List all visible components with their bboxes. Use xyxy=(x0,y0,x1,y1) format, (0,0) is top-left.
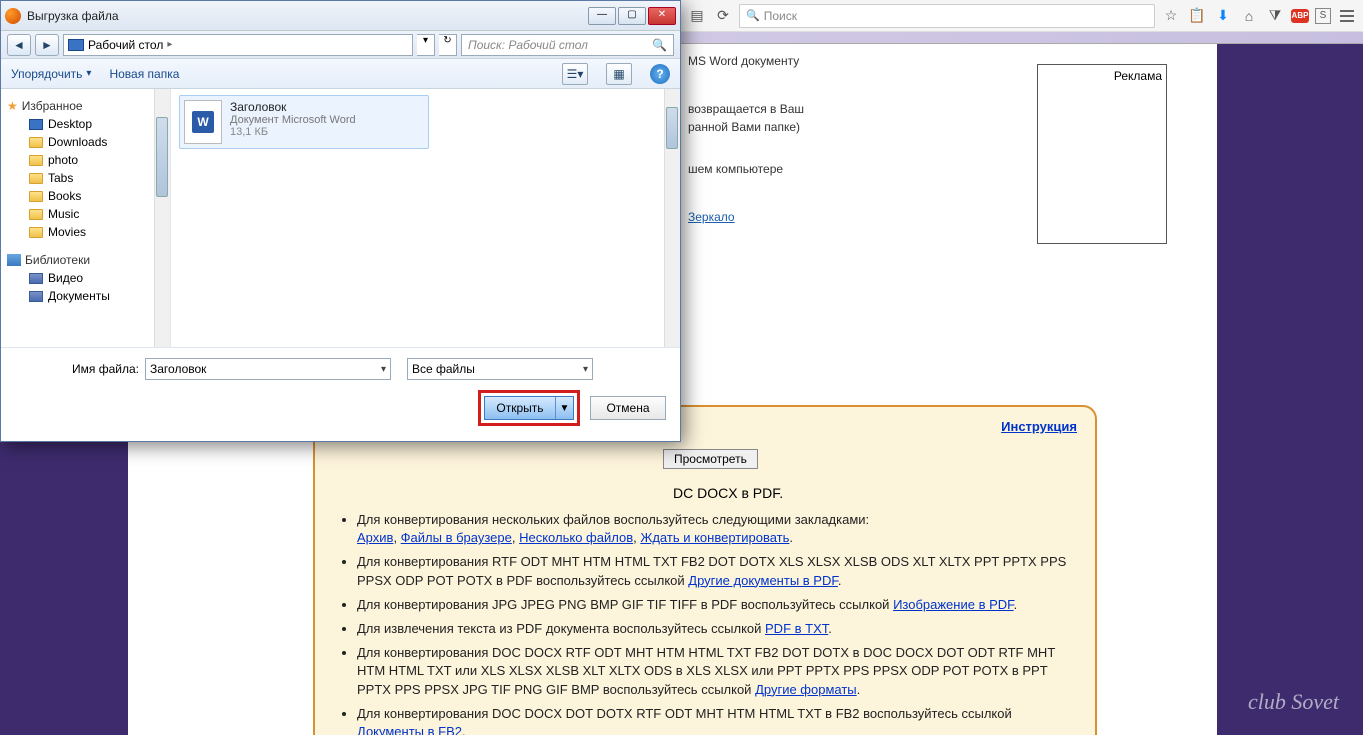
info-line: ранной Вами папке) xyxy=(688,118,1097,136)
open-split[interactable]: ▼ xyxy=(555,397,573,419)
maximize-button[interactable]: ▢ xyxy=(618,7,646,25)
file-dialog: Выгрузка файла — ▢ ✕ ◄ ► Рабочий стол ▸ … xyxy=(0,0,681,442)
firefox-icon xyxy=(5,8,21,24)
content-link[interactable]: Документы в FB2 xyxy=(357,724,462,735)
folder-icon xyxy=(29,191,43,202)
content-link[interactable]: Другие форматы xyxy=(755,682,857,697)
yellow-panel: Инструкция Просмотреть DC DOCX в PDF. Дл… xyxy=(313,405,1097,735)
reload-icon[interactable]: ⟳ xyxy=(713,6,733,26)
desktop-icon xyxy=(29,119,43,130)
preview-icon[interactable]: ▦ xyxy=(606,63,632,85)
content-link[interactable]: PDF в TXT xyxy=(765,621,828,636)
word-icon: W xyxy=(184,100,222,144)
sidebar-item[interactable]: Видео xyxy=(1,269,170,287)
sidebar-item[interactable]: Документы xyxy=(1,287,170,305)
browser-toolbar: ▤ ⟳ Поиск ☆ 📋 ⬇ ⌂ ⧩ ABP S xyxy=(681,0,1363,32)
view-icon[interactable]: ☰▾ xyxy=(562,63,588,85)
organize-menu[interactable]: Упорядочить xyxy=(11,67,91,81)
file-scrollbar[interactable] xyxy=(664,89,680,347)
close-button[interactable]: ✕ xyxy=(648,7,676,25)
folder-icon xyxy=(29,227,43,238)
info-line: шем компьютере xyxy=(688,160,1097,178)
folder-icon xyxy=(29,209,43,220)
list-item: Для конвертирования DOC DOCX RTF ODT MHT… xyxy=(357,644,1077,699)
folder-icon xyxy=(29,173,43,184)
content-link[interactable]: Другие документы в PDF xyxy=(688,573,838,588)
cancel-button[interactable]: Отмена xyxy=(590,396,666,420)
star-icon[interactable]: ☆ xyxy=(1161,6,1181,26)
refresh-button[interactable]: ↻ xyxy=(439,34,457,56)
libraries-head[interactable]: Библиотеки xyxy=(1,251,170,269)
mirror-link[interactable]: Зеркало xyxy=(688,210,735,224)
folder-icon xyxy=(29,155,43,166)
list-item: Для конвертирования JPG JPEG PNG BMP GIF… xyxy=(357,596,1077,614)
help-icon[interactable]: ? xyxy=(650,64,670,84)
reader-icon[interactable]: ▤ xyxy=(687,6,707,26)
content-link[interactable]: Ждать и конвертировать xyxy=(640,530,789,545)
search-input[interactable]: Поиск xyxy=(739,4,1155,28)
breadcrumb[interactable]: Рабочий стол ▸ xyxy=(63,34,413,56)
favorites-head[interactable]: ★Избранное xyxy=(1,97,170,115)
sidebar-item[interactable]: Music xyxy=(1,205,170,223)
bullet-list: Для конвертирования нескольких файлов во… xyxy=(333,511,1077,735)
list-item: Для конвертирования нескольких файлов во… xyxy=(357,511,1077,547)
dialog-toolbar: Упорядочить Новая папка ☰▾ ▦ ? xyxy=(1,59,680,89)
info-line: возвращается в Ваш xyxy=(688,100,1097,118)
folder-icon xyxy=(29,137,43,148)
library-icon xyxy=(29,291,43,302)
file-list: W Заголовок Документ Microsoft Word 13,1… xyxy=(171,89,680,347)
crumb-dropdown[interactable]: ▾ xyxy=(417,34,435,56)
filename-input[interactable]: Заголовок▾ xyxy=(145,358,391,380)
info-line: MS Word документу xyxy=(688,52,1097,70)
file-type: Документ Microsoft Word xyxy=(230,114,356,126)
sidebar-item[interactable]: photo xyxy=(1,151,170,169)
dialog-sidebar: ★Избранное DesktopDownloadsphotoTabsBook… xyxy=(1,89,171,347)
home-icon[interactable]: ⌂ xyxy=(1239,6,1259,26)
pocket-icon[interactable]: ⧩ xyxy=(1265,6,1285,26)
sidebar-item[interactable]: Tabs xyxy=(1,169,170,187)
new-folder-button[interactable]: Новая папка xyxy=(109,67,179,81)
open-button[interactable]: Открыть ▼ xyxy=(484,396,574,420)
dialog-footer: Имя файла: Заголовок▾ Все файлы▾ Открыть… xyxy=(1,347,680,436)
dialog-search[interactable]: Поиск: Рабочий стол🔍 xyxy=(461,34,674,56)
sidebar-item[interactable]: Movies xyxy=(1,223,170,241)
list-item: Для конвертирования RTF ODT MHT HTM HTML… xyxy=(357,553,1077,589)
dialog-nav: ◄ ► Рабочий стол ▸ ▾ ↻ Поиск: Рабочий ст… xyxy=(1,31,680,59)
sidebar-scrollbar[interactable] xyxy=(154,89,170,347)
list-item: Для конвертирования DOC DOCX DOT DOTX RT… xyxy=(357,705,1077,735)
content-link[interactable]: Файлы в браузере xyxy=(401,530,512,545)
conversion-title: DC DOCX в PDF. xyxy=(673,485,1077,501)
dialog-titlebar: Выгрузка файла — ▢ ✕ xyxy=(1,1,680,31)
crumb-text: Рабочий стол xyxy=(88,38,163,52)
content-link[interactable]: Несколько файлов xyxy=(519,530,633,545)
menu-icon[interactable] xyxy=(1337,6,1357,26)
download-icon[interactable]: ⬇ xyxy=(1213,6,1233,26)
instruction-link[interactable]: Инструкция xyxy=(1001,419,1077,434)
ad-box: Реклама xyxy=(1037,64,1167,244)
filetype-select[interactable]: Все файлы▾ xyxy=(407,358,593,380)
sidebar-item[interactable]: Books xyxy=(1,187,170,205)
adblock-icon[interactable]: ABP xyxy=(1291,9,1309,23)
back-button[interactable]: ◄ xyxy=(7,34,31,56)
s-icon[interactable]: S xyxy=(1315,8,1331,24)
content-link[interactable]: Изображение в PDF xyxy=(893,597,1014,612)
filename-label: Имя файла: xyxy=(15,362,139,376)
dialog-title: Выгрузка файла xyxy=(27,9,588,23)
chevron-right-icon: ▸ xyxy=(167,39,172,50)
library-icon xyxy=(29,273,43,284)
sidebar-item[interactable]: Downloads xyxy=(1,133,170,151)
forward-button[interactable]: ► xyxy=(35,34,59,56)
open-highlight: Открыть ▼ xyxy=(478,390,580,426)
file-item[interactable]: W Заголовок Документ Microsoft Word 13,1… xyxy=(179,95,429,149)
list-item: Для извлечения текста из PDF документа в… xyxy=(357,620,1077,638)
browse-button[interactable]: Просмотреть xyxy=(663,449,758,469)
clipboard-icon[interactable]: 📋 xyxy=(1187,6,1207,26)
desktop-icon xyxy=(68,39,84,51)
minimize-button[interactable]: — xyxy=(588,7,616,25)
file-size: 13,1 КБ xyxy=(230,126,356,138)
content-link[interactable]: Архив xyxy=(357,530,393,545)
sidebar-item[interactable]: Desktop xyxy=(1,115,170,133)
file-name: Заголовок xyxy=(230,100,356,114)
